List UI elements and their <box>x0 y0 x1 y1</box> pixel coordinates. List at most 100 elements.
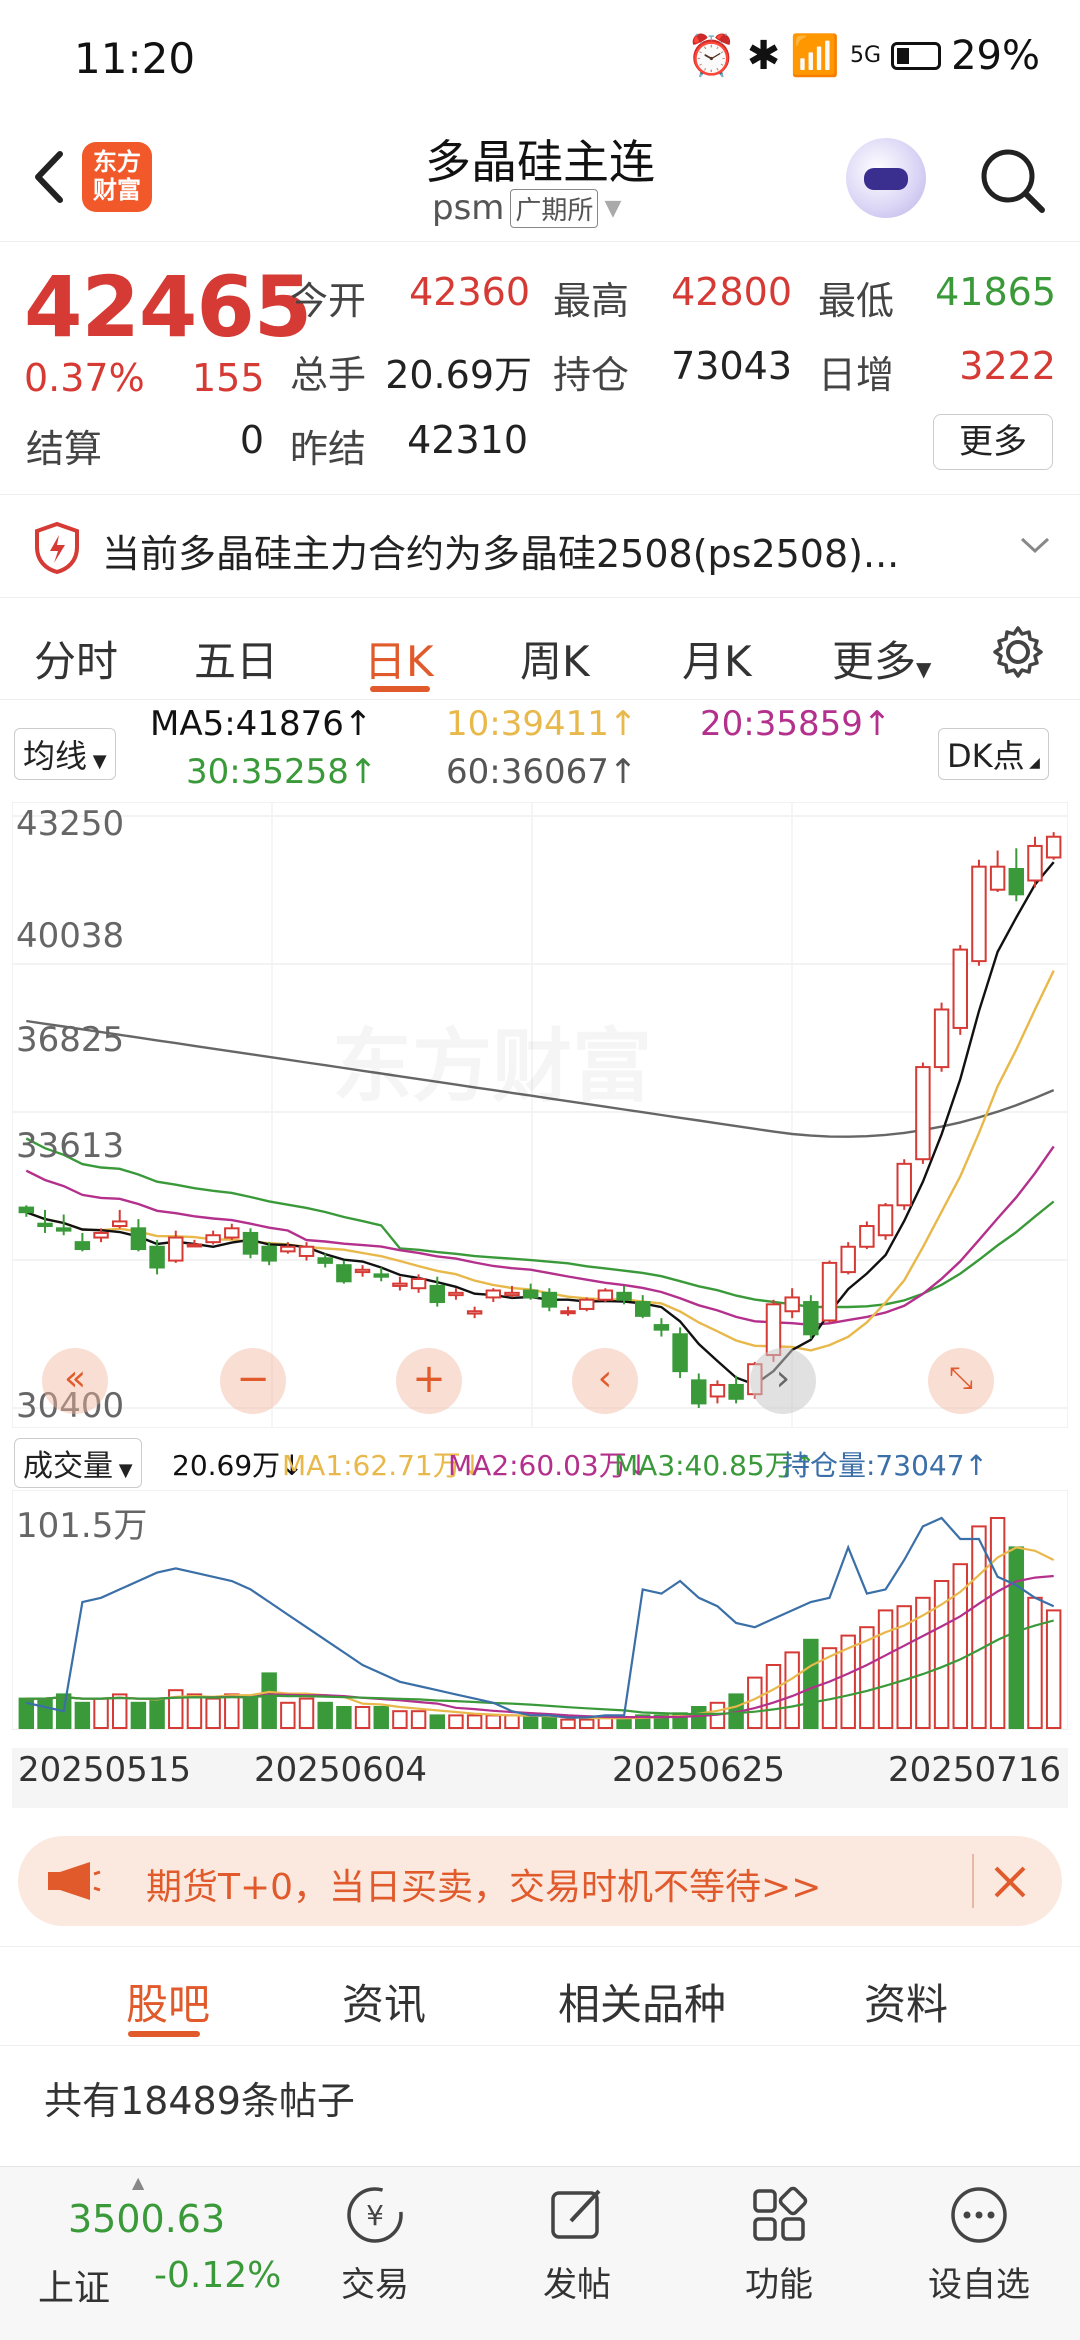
contract-code: psm <box>432 188 505 228</box>
battery-icon <box>891 41 942 70</box>
functions-button[interactable]: 功能 <box>714 2183 844 2306</box>
gear-icon[interactable] <box>990 624 1046 680</box>
candle-body <box>896 1162 912 1207</box>
candle-body <box>74 1241 91 1251</box>
volume-bar <box>821 1647 838 1729</box>
kline-chart[interactable]: 43250 40038 36825 33613 30400 东方财富 <box>11 801 1069 1429</box>
promo-banner[interactable]: 期货T+0，当日买卖，交易时机不等待>> <box>18 1836 1062 1926</box>
volume-legend: 成交量 ▼ 20.69万↓ MA1:62.71万↓ MA2:60.03万↓ MA… <box>0 1434 1080 1488</box>
tab-monthly-k[interactable]: 月K <box>682 628 752 689</box>
indicator-select[interactable]: 均线 ▼ <box>14 728 116 780</box>
fullscreen-icon[interactable]: ⤡ <box>928 1348 994 1414</box>
assistant-avatar[interactable] <box>846 138 926 218</box>
volume-bar <box>429 1714 445 1729</box>
volume-chart[interactable]: 101.5万 <box>11 1489 1069 1731</box>
signal-label: 5G <box>850 43 882 68</box>
candle-body <box>578 1298 595 1310</box>
tab-profile[interactable]: 资料 <box>864 1971 948 2032</box>
prev-icon[interactable]: ‹ <box>572 1348 638 1414</box>
add-watchlist-button[interactable]: 设自选 <box>914 2183 1044 2306</box>
volume-bar <box>933 1580 950 1729</box>
status-bar: 11:20 ⏰ ✱ 📶 5G 29% <box>0 0 1080 120</box>
volume-ymax: 101.5万 <box>16 1506 148 1546</box>
trade-label: 交易 <box>341 2265 409 2305</box>
close-icon[interactable] <box>990 1862 1030 1902</box>
tab-related[interactable]: 相关品种 <box>558 1971 726 2032</box>
volume-bar <box>747 1676 763 1730</box>
candle-body <box>410 1278 427 1290</box>
bottom-bar: ▲ 3500.63 上证 -0.12% ¥ 交易 发帖 功能 设自选 <box>0 2166 1080 2340</box>
grid-icon <box>753 2186 808 2241</box>
open-value: 42360 <box>409 270 530 314</box>
post-button[interactable]: 发帖 <box>512 2183 642 2306</box>
main-contract-notice[interactable]: 当前多晶硅主力合约为多晶硅2508(ps2508)... <box>0 494 1080 598</box>
low-label: 最低 <box>818 279 895 323</box>
tab-more[interactable]: 更多▼ <box>832 628 931 689</box>
trade-button[interactable]: ¥ 交易 <box>310 2183 440 2306</box>
active-tab-indicator <box>128 2031 200 2037</box>
y-tick-1: 43250 <box>16 804 125 844</box>
dk-point-button[interactable]: DK点 ◢ <box>938 728 1049 780</box>
contract-subtitle[interactable]: psm 广期所 ▼ <box>432 188 621 228</box>
candle-body <box>877 1204 894 1237</box>
volume-label: 总手 <box>290 353 367 397</box>
next-icon[interactable]: › <box>750 1348 816 1414</box>
candle-body <box>915 1066 931 1161</box>
x-tick-2: 20250604 <box>254 1750 428 1790</box>
zoom-out-icon[interactable]: − <box>220 1348 286 1414</box>
candle-body <box>560 1310 576 1315</box>
candle-body <box>298 1245 315 1257</box>
volume-select[interactable]: 成交量 ▼ <box>14 1438 142 1488</box>
tab-weekly-k[interactable]: 周K <box>520 628 590 689</box>
chevron-down-icon[interactable] <box>1018 533 1052 557</box>
quote-panel: 42465 0.37% 155 今开 42360 最高 42800 最低 418… <box>0 244 1080 494</box>
volume-bar <box>205 1697 221 1730</box>
date-axis: 20250515 20250604 20250625 20250716 <box>12 1748 1068 1808</box>
volume-bar <box>112 1693 128 1729</box>
zoom-in-icon[interactable]: + <box>396 1348 462 1414</box>
index-value[interactable]: 3500.63 <box>68 2197 225 2241</box>
search-icon[interactable] <box>976 144 1048 216</box>
candle-body <box>448 1291 464 1297</box>
candle-body <box>429 1284 445 1304</box>
candle-body <box>504 1291 520 1297</box>
status-icons: ⏰ ✱ 📶 5G 29% <box>687 32 1040 80</box>
candle-body <box>466 1310 483 1315</box>
candle-body <box>616 1291 632 1301</box>
open-interest-line: 持仓量:73047↑ <box>782 1449 988 1482</box>
indicator-select-label: 均线 <box>23 737 88 775</box>
tab-daily-k[interactable]: 日K <box>364 628 434 689</box>
rewind-icon[interactable]: « <box>42 1348 108 1414</box>
volume-bar <box>261 1672 277 1729</box>
more-button[interactable]: 更多 <box>933 414 1053 470</box>
x-tick-3: 20250625 <box>612 1750 786 1790</box>
volume-bar <box>149 1697 165 1730</box>
candle-body <box>971 865 987 963</box>
tab-five-day[interactable]: 五日 <box>194 628 278 689</box>
candle-body <box>728 1383 744 1400</box>
candle-body <box>803 1301 819 1336</box>
megaphone-icon <box>48 1862 101 1900</box>
promo-text: 期货T+0，当日买卖，交易时机不等待>> <box>146 1867 822 1908</box>
volume-bar <box>410 1710 427 1729</box>
candle-body <box>317 1257 333 1264</box>
candle-body <box>336 1264 352 1283</box>
volume-bar <box>93 1697 109 1730</box>
ma60-value: 60:36067↑ <box>446 752 638 792</box>
shield-icon <box>35 521 79 575</box>
volume-value: 20.69万 <box>385 353 532 397</box>
period-tabs: 分时 五日 日K 周K 月K 更多▼ <box>0 600 1080 700</box>
tab-news[interactable]: 资讯 <box>342 1971 426 2032</box>
volume-select-label: 成交量 <box>23 1449 113 1484</box>
candle-body <box>709 1383 726 1398</box>
tab-forum[interactable]: 股吧 <box>126 1971 210 2032</box>
x-tick-1: 20250515 <box>18 1750 192 1790</box>
edit-icon <box>551 2189 601 2239</box>
volume-bar <box>242 1697 259 1730</box>
caret-up-icon: ▲ <box>132 2173 145 2192</box>
more-dots-icon <box>951 2187 1007 2243</box>
volume-canvas <box>11 1489 1069 1731</box>
tab-intraday[interactable]: 分时 <box>34 628 118 689</box>
candle-body <box>859 1225 875 1248</box>
ma30-value: 30:35258↑ <box>186 752 378 792</box>
